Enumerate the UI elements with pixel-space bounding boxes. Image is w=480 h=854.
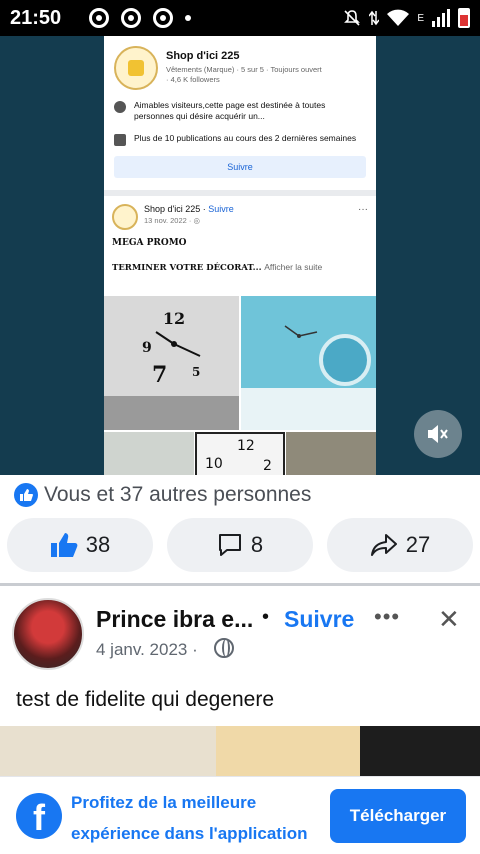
shop-post: Shop d'ici 225 · Suivre 13 nov. 2022 · ◎… — [104, 196, 376, 273]
banner-text-line2: expérience dans l'application — [71, 824, 308, 843]
comment-button[interactable]: 8 — [167, 518, 313, 572]
promo-text: TERMINER VOTRE DÉCORAT... — [112, 262, 262, 273]
author-name[interactable]: Prince ibra e... — [96, 606, 253, 633]
post-date: 4 janv. 2023 · — [96, 640, 198, 660]
chrome-icon — [89, 8, 110, 28]
room-photo — [241, 296, 376, 430]
svg-text:10: 10 — [205, 456, 223, 472]
shop-post-author: Shop d'ici 225 — [144, 203, 201, 214]
status-left: 21:50 — [10, 6, 192, 30]
video-player[interactable]: Shop d'ici 225 Vêtements (Marque) · 5 su… — [0, 36, 480, 475]
comment-icon — [218, 534, 241, 556]
close-icon[interactable]: ✕ — [438, 604, 460, 635]
shop-post-title: Shop d'ici 225 · Suivre 13 nov. 2022 · ◎ — [144, 204, 234, 225]
clock-thumb-3 — [286, 432, 376, 475]
facebook-logo-icon: f — [16, 793, 62, 839]
shop-card: Shop d'ici 225 Vêtements (Marque) · 5 su… — [104, 36, 376, 196]
shop-name: Shop d'ici 225 — [166, 50, 240, 62]
shop-post-separator: · — [202, 203, 206, 214]
like-reaction-icon — [14, 483, 38, 507]
comment-count: 8 — [250, 532, 264, 557]
globe-icon — [214, 638, 234, 658]
data-arrows-icon — [369, 10, 380, 26]
more-options-icon[interactable]: ••• — [374, 604, 400, 630]
shop-post-header: Shop d'ici 225 · Suivre 13 nov. 2022 · ◎… — [112, 203, 368, 230]
avatar[interactable] — [12, 598, 84, 670]
clock-thumb-2: 12 10 2 — [195, 432, 285, 475]
chrome-icon — [153, 8, 174, 28]
reactions-text: Vous et 37 autres personnes — [44, 483, 312, 506]
svg-text:7: 7 — [152, 362, 167, 388]
like-count: 38 — [85, 532, 111, 557]
globe-icon: ◎ — [193, 215, 201, 225]
svg-text:5: 5 — [192, 365, 200, 379]
shop-meta: Vêtements (Marque) · 5 sur 5 · Toujours … — [166, 65, 322, 85]
see-more-link: Afficher la suite — [264, 261, 323, 272]
notification-dot-icon — [185, 15, 192, 21]
share-count: 27 — [405, 532, 431, 557]
post-image[interactable] — [0, 726, 480, 776]
clock-photo: 12 9 7 5 — [104, 296, 239, 430]
shopping-bag-icon — [128, 60, 144, 76]
status-bar: 21:50 E — [0, 0, 480, 36]
shop-activity-text: Plus de 10 publications au cours des 2 d… — [134, 132, 357, 143]
shop-activity-row: Plus de 10 publications au cours des 2 d… — [114, 133, 366, 146]
speaker-off-glyph — [428, 425, 448, 443]
shop-header: Shop d'ici 225 Vêtements (Marque) · 5 su… — [114, 46, 366, 90]
shop-post-author-line: Shop d'ici 225 · Suivre — [144, 204, 234, 214]
shop-info-text: Aimables visiteurs,cette page est destin… — [134, 100, 326, 122]
shop-follow-button: Suivre — [114, 155, 366, 178]
shop-logo — [114, 46, 158, 90]
svg-text:2: 2 — [263, 458, 272, 474]
clock-thumb-1 — [104, 432, 194, 475]
header-separator: • — [262, 606, 270, 628]
network-type-label: E — [417, 12, 424, 24]
app-promo-banner: f Profitez de la meilleure expérience da… — [0, 776, 480, 854]
chair-clock-graphic — [241, 325, 376, 430]
reactions-summary[interactable]: Vous et 37 autres personnes — [0, 475, 480, 515]
signal-icon — [432, 9, 450, 27]
svg-text:9: 9 — [142, 340, 152, 356]
post-text: test de fidelite qui degenere — [16, 688, 275, 711]
share-icon — [370, 534, 397, 556]
post-actions: 38 8 27 — [0, 518, 480, 574]
feed-divider — [0, 583, 480, 586]
shop-post-more: ··· — [358, 203, 368, 215]
follow-button[interactable]: Suivre — [284, 606, 354, 633]
chrome-icon — [121, 8, 142, 28]
thumbs-up-icon — [50, 533, 78, 557]
status-right: E — [343, 8, 470, 28]
promo-title: MEGA PROMO — [112, 237, 187, 248]
clock-numbers-graphic: 12 10 2 — [205, 438, 272, 474]
download-button[interactable]: Télécharger — [330, 789, 466, 843]
status-time: 21:50 — [10, 6, 62, 29]
shop-info-row: Aimables visiteurs,cette page est destin… — [114, 100, 366, 123]
share-button[interactable]: 27 — [327, 518, 473, 572]
facebook-logo-letter: f — [33, 797, 45, 838]
info-icon — [114, 101, 126, 113]
shop-post-follow: Suivre — [208, 203, 234, 214]
banner-text-line1: Profitez de la meilleure — [71, 793, 257, 812]
shop-meta-line2: · 4,6 K followers — [166, 74, 220, 84]
post-header: Prince ibra e... • Suivre ••• ✕ 4 janv. … — [0, 594, 480, 670]
shop-post-date-line: 13 nov. 2022 · ◎ — [144, 216, 234, 225]
date-separator: · — [192, 640, 198, 659]
svg-text:12: 12 — [163, 309, 185, 328]
svg-text:12: 12 — [237, 438, 255, 454]
shop-post-avatar — [112, 203, 138, 230]
video-content: Shop d'ici 225 Vêtements (Marque) · 5 su… — [104, 36, 376, 475]
volume-mute-icon[interactable] — [414, 410, 462, 458]
shop-title-block: Shop d'ici 225 Vêtements (Marque) · 5 su… — [166, 46, 322, 90]
wifi-icon — [387, 9, 410, 26]
posts-icon — [114, 133, 126, 146]
wall-clock-graphic: 12 9 7 5 — [104, 309, 239, 430]
promo-text-line: TERMINER VOTRE DÉCORAT... Afficher la su… — [112, 262, 368, 273]
post-date-text: 4 janv. 2023 — [96, 640, 188, 659]
battery-icon — [458, 8, 470, 28]
mute-icon — [344, 10, 361, 26]
like-button[interactable]: 38 — [7, 518, 153, 572]
shop-post-date: 13 nov. 2022 · — [144, 215, 194, 225]
shop-meta-line1: Vêtements (Marque) · 5 sur 5 · Toujours … — [166, 65, 322, 74]
